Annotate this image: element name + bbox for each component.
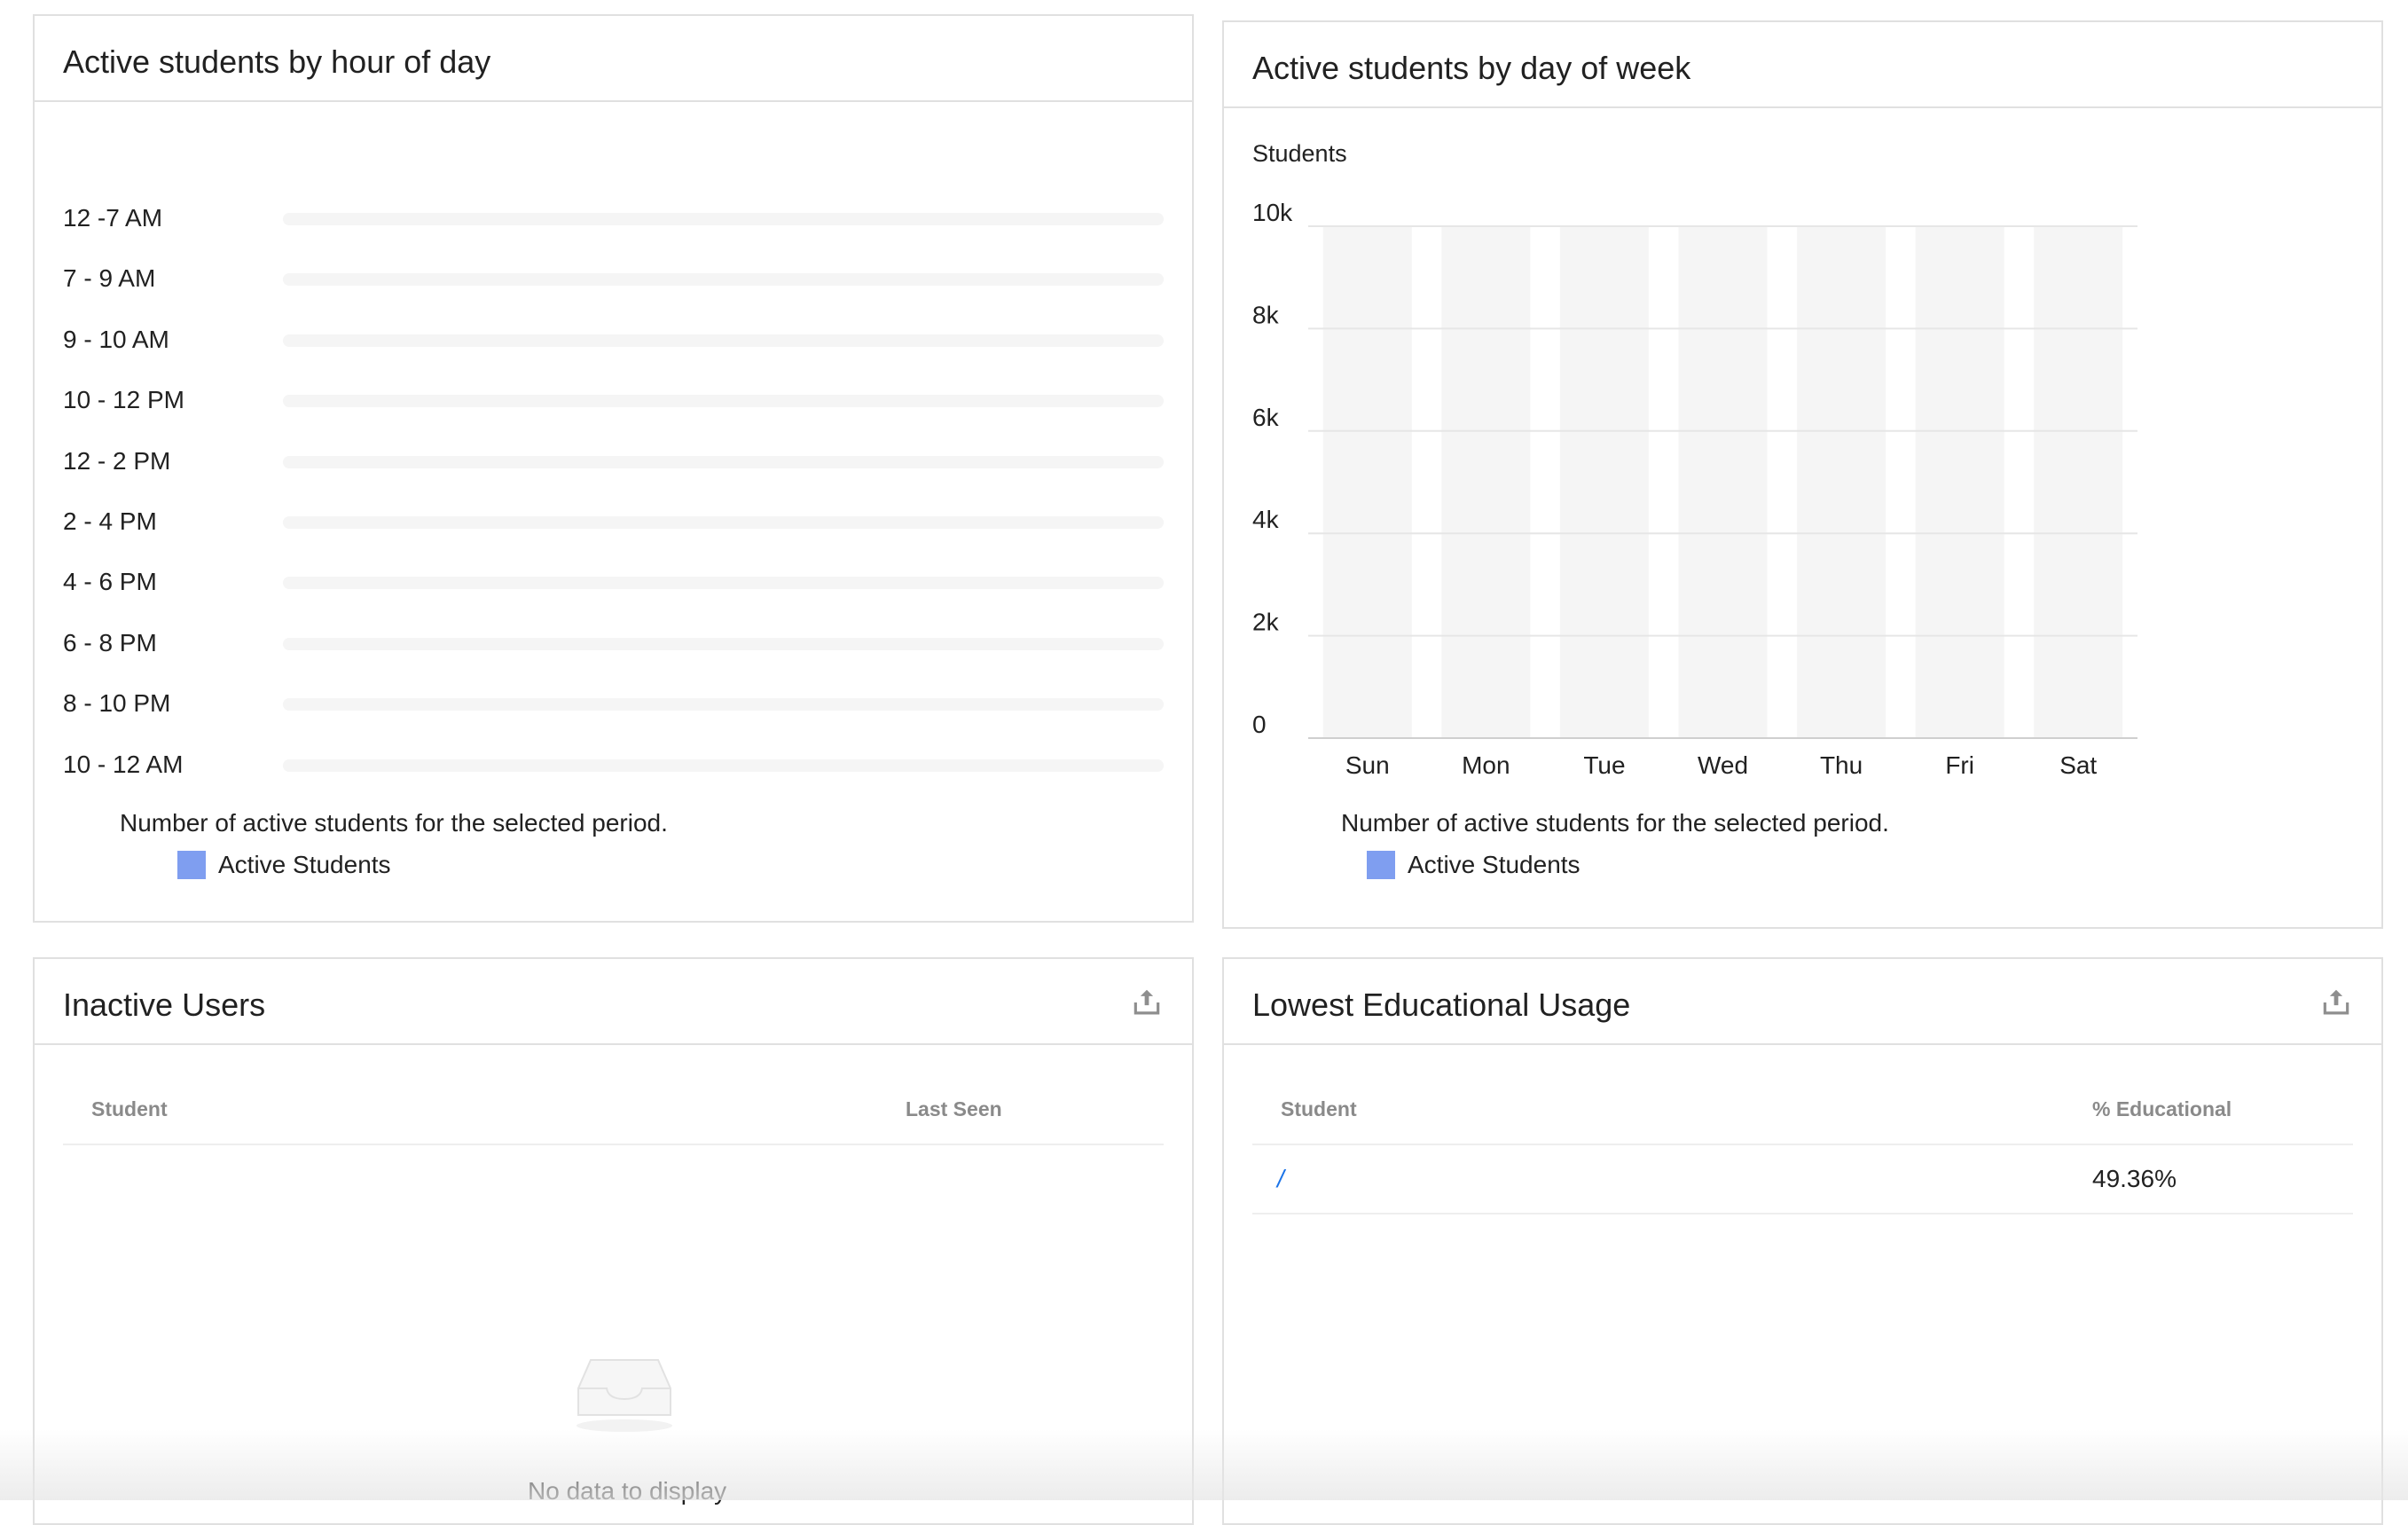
card-header: Inactive Users	[35, 959, 1192, 1045]
bar-background-tue	[1559, 226, 1649, 738]
y-tick-label: 4k	[1252, 506, 1280, 533]
table-header: Student Last Seen	[63, 1074, 1164, 1145]
legend-swatch	[177, 851, 206, 879]
chart-note: Number of active students for the select…	[120, 809, 668, 837]
x-tick-label: Mon	[1462, 751, 1510, 779]
hour-row: 6 - 8 PM	[63, 625, 1164, 660]
hour-bar-track[interactable]	[283, 516, 1164, 529]
card-title: Inactive Users	[63, 987, 266, 1023]
hour-label: 10 - 12 AM	[63, 751, 184, 778]
export-icon[interactable]	[2319, 986, 2353, 1019]
hour-bar-track[interactable]	[283, 577, 1164, 589]
table-row[interactable]: / 49.36%	[1252, 1145, 2353, 1214]
day-of-week-card: Active students by day of week Students …	[1222, 20, 2383, 929]
hour-label: 6 - 8 PM	[63, 629, 157, 656]
column-header-educational[interactable]: % Educational	[2092, 1097, 2232, 1121]
bar-background-wed	[1678, 226, 1768, 738]
y-tick-label: 8k	[1252, 301, 1280, 328]
bar-background-sun	[1322, 226, 1412, 738]
hour-bar-track[interactable]	[283, 698, 1164, 711]
hour-row: 8 - 10 PM	[63, 685, 1164, 720]
y-tick-label: 10k	[1252, 199, 1293, 226]
hour-label: 4 - 6 PM	[63, 568, 157, 595]
hour-of-day-card: Active students by hour of day 12 -7 AM 7…	[33, 14, 1194, 923]
legend-swatch	[1367, 851, 1395, 879]
hour-row: 2 - 4 PM	[63, 503, 1164, 538]
table-header: Student % Educational	[1252, 1074, 2353, 1145]
legend-label: Active Students	[1408, 851, 1580, 878]
bar-background-sat	[2034, 226, 2123, 738]
hour-bar-track[interactable]	[283, 213, 1164, 225]
hour-label: 2 - 4 PM	[63, 507, 157, 535]
card-title: Lowest Educational Usage	[1252, 987, 1631, 1023]
card-header: Active students by day of week	[1224, 22, 2381, 108]
hour-label: 10 - 12 PM	[63, 386, 184, 413]
hour-bar-track[interactable]	[283, 638, 1164, 650]
educational-percent: 49.36%	[2092, 1165, 2177, 1192]
column-header-student[interactable]: Student	[91, 1097, 168, 1121]
hour-row: 12 -7 AM	[63, 200, 1164, 235]
hour-bar-track[interactable]	[283, 456, 1164, 468]
chart-note: Number of active students for the select…	[1341, 809, 1889, 837]
educational-usage-table: Student % Educational / 49.36%	[1252, 1074, 2353, 1214]
y-tick-label: 0	[1252, 711, 1267, 738]
y-tick-label: 2k	[1252, 609, 1280, 636]
x-tick-label: Tue	[1583, 751, 1625, 779]
card-header: Active students by hour of day	[35, 16, 1192, 102]
student-link[interactable]: /	[1277, 1165, 1284, 1193]
y-tick-label: 6k	[1252, 404, 1280, 431]
hour-row: 12 - 2 PM	[63, 443, 1164, 478]
export-icon[interactable]	[1130, 986, 1164, 1019]
hour-row: 7 - 9 AM	[63, 260, 1164, 295]
x-tick-label: Sat	[2059, 751, 2097, 779]
hour-row: 10 - 12 AM	[63, 746, 1164, 782]
hour-label: 12 - 2 PM	[63, 447, 171, 475]
inactive-users-card: Inactive Users Student Last Seen No data…	[33, 957, 1194, 1525]
bar-background-thu	[1797, 226, 1886, 738]
bar-background-mon	[1441, 226, 1531, 738]
y-axis-label: Students	[1252, 140, 1347, 167]
x-tick-label: Fri	[1945, 751, 1974, 779]
x-tick-label: Sun	[1345, 751, 1390, 779]
hour-row: 10 - 12 PM	[63, 381, 1164, 417]
x-tick-label: Thu	[1820, 751, 1863, 779]
hour-bar-track[interactable]	[283, 273, 1164, 286]
bar-background-fri	[1915, 226, 2004, 738]
hour-label: 7 - 9 AM	[63, 264, 156, 292]
hour-bar-track[interactable]	[283, 334, 1164, 347]
empty-inbox-icon	[577, 1359, 672, 1432]
lowest-educational-usage-card: Lowest Educational Usage Student % Educa…	[1222, 957, 2383, 1525]
inactive-users-table: Student Last Seen	[63, 1074, 1164, 1145]
hour-label: 12 -7 AM	[63, 204, 163, 232]
card-title: Active students by day of week	[1252, 50, 1691, 86]
hour-row: 4 - 6 PM	[63, 563, 1164, 599]
hour-bar-track[interactable]	[283, 759, 1164, 772]
hour-row: 9 - 10 AM	[63, 321, 1164, 357]
hour-bar-track[interactable]	[283, 395, 1164, 407]
empty-state-text: No data to display	[528, 1477, 727, 1505]
column-header-last-seen[interactable]: Last Seen	[906, 1097, 1002, 1121]
column-header-student[interactable]: Student	[1281, 1097, 1357, 1121]
hour-label: 8 - 10 PM	[63, 689, 171, 717]
card-title: Active students by hour of day	[63, 43, 491, 80]
x-tick-label: Wed	[1698, 751, 1748, 779]
day-of-week-chart: 0 2k 4k 6k 8k 10k Sun Mon Tue Wed Thu Fri Sat	[1252, 199, 2137, 779]
hour-label: 9 - 10 AM	[63, 326, 169, 353]
card-header: Lowest Educational Usage	[1224, 959, 2381, 1045]
legend-label: Active Students	[218, 851, 391, 878]
